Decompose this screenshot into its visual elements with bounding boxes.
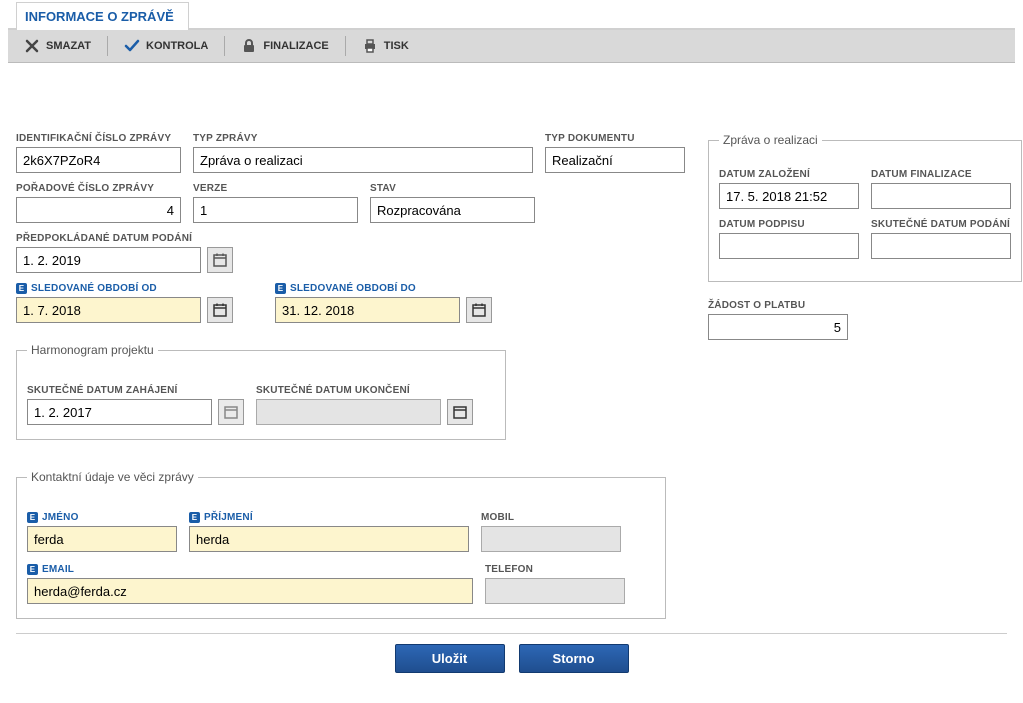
required-icon: E [275, 283, 286, 294]
calendar-icon [452, 404, 468, 420]
calendar-icon [223, 404, 239, 420]
final-input[interactable] [871, 183, 1011, 209]
print-label: TISK [384, 40, 409, 52]
print-button[interactable]: TISK [352, 34, 419, 58]
phone-input[interactable] [485, 578, 625, 604]
calendar-button[interactable] [207, 247, 233, 273]
expected-input[interactable] [16, 247, 201, 273]
id-input[interactable] [16, 147, 181, 173]
print-icon [362, 38, 378, 54]
save-button[interactable]: Uložit [395, 644, 505, 673]
calendar-icon [471, 302, 487, 318]
calendar-button[interactable] [207, 297, 233, 323]
email-label: E EMAIL [27, 564, 473, 575]
email-input[interactable] [27, 578, 473, 604]
start-input[interactable] [27, 399, 212, 425]
order-input[interactable] [16, 197, 181, 223]
harmonogram-fieldset: Harmonogram projektu SKUTEČNÉ DATUM ZAHÁ… [16, 343, 506, 440]
finalize-label: FINALIZACE [263, 40, 328, 52]
cancel-button[interactable]: Storno [519, 644, 629, 673]
version-input[interactable] [193, 197, 358, 223]
end-label: SKUTEČNÉ DATUM UKONČENÍ [256, 385, 473, 396]
order-label: POŘADOVÉ ČÍSLO ZPRÁVY [16, 183, 181, 194]
phone-label: TELEFON [485, 564, 625, 575]
divider [16, 633, 1007, 634]
state-input[interactable] [370, 197, 535, 223]
expected-label: PŘEDPOKLÁDANÉ DATUM PODÁNÍ [16, 233, 233, 244]
actual-submit-label: SKUTEČNÉ DATUM PODÁNÍ [871, 219, 1011, 230]
period-to-input[interactable] [275, 297, 460, 323]
finalize-button[interactable]: FINALIZACE [231, 34, 338, 58]
contact-fieldset: Kontaktní údaje ve věci zprávy E JMÉNO E… [16, 470, 666, 619]
sign-label: DATUM PODPISU [719, 219, 859, 230]
period-from-input[interactable] [16, 297, 201, 323]
created-label: DATUM ZALOŽENÍ [719, 169, 859, 180]
lastname-label: E PŘÍJMENÍ [189, 512, 469, 523]
sign-input[interactable] [719, 233, 859, 259]
calendar-button[interactable] [218, 399, 244, 425]
delete-label: SMAZAT [46, 40, 91, 52]
required-icon: E [27, 564, 38, 575]
check-icon [124, 38, 140, 54]
lastname-input[interactable] [189, 526, 469, 552]
period-from-label: E SLEDOVANÉ OBDOBÍ OD [16, 283, 233, 294]
actual-submit-input[interactable] [871, 233, 1011, 259]
calendar-button[interactable] [447, 399, 473, 425]
version-label: VERZE [193, 183, 358, 194]
realization-legend: Zpráva o realizaci [719, 133, 822, 147]
delete-button[interactable]: SMAZAT [14, 34, 101, 58]
separator [345, 36, 346, 56]
state-label: STAV [370, 183, 535, 194]
start-label: SKUTEČNÉ DATUM ZAHÁJENÍ [27, 385, 244, 396]
type-label: TYP ZPRÁVY [193, 133, 533, 144]
doctype-input[interactable] [545, 147, 685, 173]
x-icon [24, 38, 40, 54]
contact-legend: Kontaktní údaje ve věci zprávy [27, 470, 198, 484]
mobile-input[interactable] [481, 526, 621, 552]
separator [224, 36, 225, 56]
check-label: KONTROLA [146, 40, 208, 52]
calendar-icon [212, 252, 228, 268]
type-input[interactable] [193, 147, 533, 173]
calendar-button[interactable] [466, 297, 492, 323]
check-button[interactable]: KONTROLA [114, 34, 218, 58]
end-input[interactable] [256, 399, 441, 425]
id-label: IDENTIFIKAČNÍ ČÍSLO ZPRÁVY [16, 133, 181, 144]
lock-icon [241, 38, 257, 54]
final-label: DATUM FINALIZACE [871, 169, 1011, 180]
tab-info[interactable]: INFORMACE O ZPRÁVĚ [16, 2, 189, 30]
required-icon: E [27, 512, 38, 523]
period-to-label: E SLEDOVANÉ OBDOBÍ DO [275, 283, 492, 294]
created-input[interactable] [719, 183, 859, 209]
payment-label: ŽÁDOST O PLATBU [708, 300, 1018, 311]
calendar-icon [212, 302, 228, 318]
required-icon: E [16, 283, 27, 294]
toolbar: SMAZAT KONTROLA FINALIZACE TISK [8, 30, 1015, 63]
harmonogram-legend: Harmonogram projektu [27, 343, 158, 357]
separator [107, 36, 108, 56]
firstname-label: E JMÉNO [27, 512, 177, 523]
doctype-label: TYP DOKUMENTU [545, 133, 685, 144]
required-icon: E [189, 512, 200, 523]
mobile-label: MOBIL [481, 512, 621, 523]
payment-input[interactable] [708, 314, 848, 340]
realization-fieldset: Zpráva o realizaci DATUM ZALOŽENÍ DATUM … [708, 133, 1022, 282]
firstname-input[interactable] [27, 526, 177, 552]
